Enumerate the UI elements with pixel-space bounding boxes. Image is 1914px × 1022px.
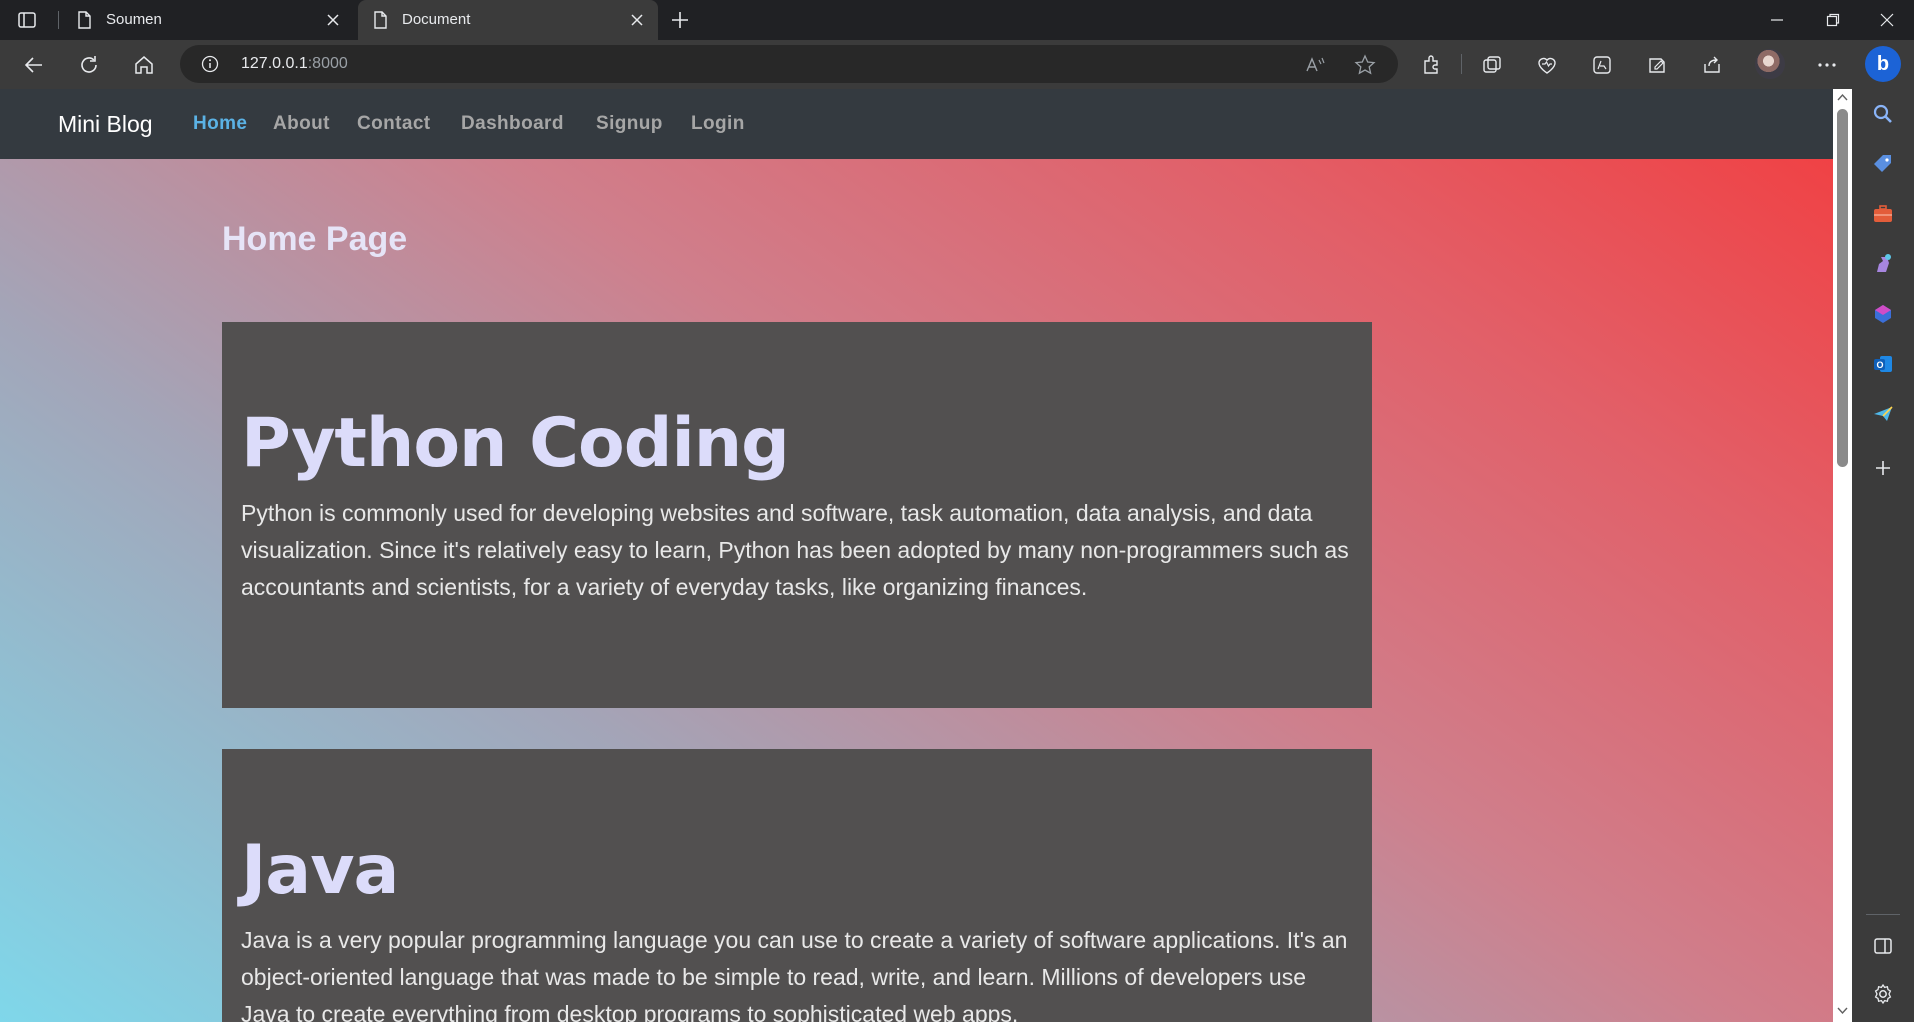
info-icon[interactable] (201, 55, 219, 73)
browser-toolbar: 127.0.0.1:8000 (0, 40, 1914, 89)
share-icon[interactable] (1699, 52, 1725, 78)
microsoft-365-icon[interactable] (1871, 302, 1895, 326)
copilot-icon[interactable]: b (1865, 46, 1901, 82)
page-icon (370, 10, 390, 30)
refresh-icon[interactable] (76, 52, 102, 78)
collections-icon[interactable] (1644, 52, 1670, 78)
drop-send-icon[interactable] (1871, 402, 1895, 426)
toolbar-divider (1461, 54, 1462, 74)
edge-sidebar: b O (1852, 40, 1914, 1022)
svg-text:O: O (1877, 360, 1884, 370)
close-window-icon[interactable] (1864, 0, 1910, 40)
page-icon (74, 10, 94, 30)
shopping-tag-icon[interactable] (1871, 152, 1895, 176)
tab-separator (58, 11, 59, 29)
math-solver-icon[interactable] (1589, 52, 1615, 78)
settings-gear-icon[interactable] (1871, 982, 1895, 1006)
outlook-icon[interactable]: O (1871, 352, 1895, 376)
post-body: Python is commonly used for developing w… (241, 500, 1349, 600)
post-body: Java is a very popular programming langu… (241, 927, 1348, 1022)
tab-strip: Soumen Document (0, 0, 1914, 40)
page-title: Home Page (222, 220, 408, 258)
games-icon[interactable] (1871, 252, 1895, 276)
minimize-icon[interactable] (1754, 0, 1800, 40)
tab-label: Document (402, 11, 471, 28)
site-navbar: Mini Blog Home About Contact Dashboard S… (0, 89, 1833, 159)
address-bar[interactable]: 127.0.0.1:8000 (180, 45, 1398, 83)
profile-avatar[interactable] (1755, 49, 1785, 79)
nav-link-login[interactable]: Login (691, 113, 745, 135)
tab-soumen[interactable]: Soumen (62, 0, 354, 40)
tab-label: Soumen (106, 11, 162, 28)
nav-link-about[interactable]: About (273, 113, 330, 135)
home-icon[interactable] (131, 52, 157, 78)
post-card: Python Coding Python is commonly used fo… (222, 322, 1372, 708)
restore-icon[interactable] (1810, 0, 1856, 40)
post-title: Python Coding (241, 404, 790, 483)
favorite-star-icon[interactable] (1354, 54, 1376, 76)
more-options-icon[interactable] (1814, 52, 1840, 78)
scroll-down-icon[interactable] (1837, 1007, 1848, 1015)
close-icon[interactable] (324, 11, 342, 29)
extensions-icon[interactable] (1419, 52, 1445, 78)
nav-link-dashboard[interactable]: Dashboard (461, 113, 564, 135)
tab-actions-icon[interactable] (15, 8, 39, 32)
url-text[interactable]: 127.0.0.1:8000 (241, 55, 348, 73)
search-icon[interactable] (1871, 102, 1895, 126)
add-icon[interactable] (1871, 456, 1895, 480)
post-card: Java Java is a very popular programming … (222, 749, 1372, 1022)
close-icon[interactable] (628, 11, 646, 29)
scroll-up-icon[interactable] (1837, 93, 1848, 101)
scroll-thumb[interactable] (1837, 109, 1848, 467)
page-viewport: Mini Blog Home About Contact Dashboard S… (0, 89, 1833, 1022)
site-brand[interactable]: Mini Blog (58, 111, 153, 138)
hide-sidebar-icon[interactable] (1871, 934, 1895, 958)
new-tab-icon[interactable] (668, 8, 692, 32)
post-title: Java (241, 831, 399, 910)
read-aloud-icon[interactable] (1304, 54, 1326, 76)
tools-briefcase-icon[interactable] (1871, 202, 1895, 226)
nav-link-contact[interactable]: Contact (357, 113, 431, 135)
back-icon[interactable] (21, 52, 47, 78)
sidebar-divider (1866, 914, 1900, 915)
browser-essentials-icon[interactable] (1534, 52, 1560, 78)
nav-link-home[interactable]: Home (193, 113, 247, 135)
tab-document[interactable]: Document (358, 0, 658, 40)
nav-link-signup[interactable]: Signup (596, 113, 663, 135)
page-scrollbar[interactable] (1833, 89, 1852, 1022)
split-screen-icon[interactable] (1479, 52, 1505, 78)
